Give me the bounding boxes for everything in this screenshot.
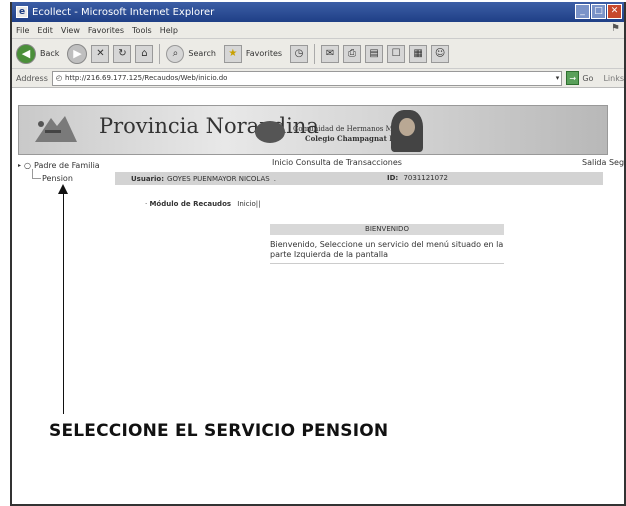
refresh-icon[interactable]: ↻ [113, 44, 132, 63]
menu-file[interactable]: File [16, 26, 29, 35]
pointer-arrow-line [63, 192, 64, 414]
tree-connector [32, 169, 41, 179]
sidebar-child-label[interactable]: Pension [42, 174, 73, 183]
ie-icon: e [16, 6, 28, 18]
module-label: Módulo de Recaudos [149, 200, 232, 208]
forward-arrow-icon[interactable]: ▶ [67, 43, 88, 64]
module-breadcrumb: · Módulo de Recaudos Inicio|| [145, 200, 261, 208]
welcome-heading: BIENVENIDO [270, 224, 504, 235]
back-label[interactable]: Back [40, 49, 59, 58]
welcome-message: Bienvenido, Seleccione un servicio del m… [270, 240, 504, 259]
folder-circle-icon: ○ [24, 161, 31, 170]
research-icon[interactable]: ▦ [409, 44, 428, 63]
print-icon[interactable]: ⎙ [343, 44, 362, 63]
id-value: 7031121072 [403, 174, 448, 182]
menu-help[interactable]: Help [160, 26, 178, 35]
back-arrow-icon[interactable]: ◀ [16, 43, 36, 64]
title-bar: e Ecollect - Microsoft Internet Explorer… [12, 2, 624, 22]
marist-logo-icon [255, 121, 285, 143]
favorites-label[interactable]: Favorites [246, 49, 282, 58]
menu-bar: File Edit View Favorites Tools Help ⚑ [12, 22, 624, 38]
sidebar-root-label[interactable]: Padre de Familia [34, 161, 100, 170]
minimize-button[interactable]: _ [575, 4, 590, 19]
discuss-icon[interactable]: ☐ [387, 44, 406, 63]
address-bar: Address ◴ http://216.69.177.125/Recaudos… [12, 68, 624, 88]
user-separator: . [273, 174, 276, 183]
page-icon: ◴ [55, 74, 62, 82]
windows-logo-icon: ⚑ [611, 23, 620, 34]
maximize-button[interactable]: □ [591, 4, 606, 19]
search-label[interactable]: Search [188, 49, 215, 58]
logout-label[interactable]: Salida Segura [582, 158, 624, 167]
module-crumb[interactable]: Inicio|| [237, 200, 260, 208]
history-icon[interactable]: ◷ [290, 44, 309, 63]
founder-portrait [391, 110, 423, 152]
user-name: GOYES PUENMAYOR NICOLAS [167, 174, 270, 183]
window-controls: _ □ ✕ [575, 4, 622, 19]
user-label: Usuario: [131, 174, 165, 183]
id-label: ID: [387, 174, 399, 182]
top-nav: Inicio Consulta de Transacciones [272, 158, 402, 167]
window-title: Ecollect - Microsoft Internet Explorer [32, 6, 215, 18]
go-button[interactable]: Go [582, 74, 593, 83]
messenger-icon[interactable]: ☺ [431, 44, 450, 63]
favorites-star-icon[interactable]: ★ [223, 44, 242, 63]
close-button[interactable]: ✕ [607, 4, 622, 19]
sidebar-item-padre-de-familia[interactable]: ▸ ○ Padre de Familia [18, 161, 100, 170]
emblem-icon [35, 116, 77, 142]
banner-title: Provincia Norandina [99, 114, 319, 138]
browser-window: e Ecollect - Microsoft Internet Explorer… [10, 2, 626, 506]
mail-icon[interactable]: ✉ [321, 44, 340, 63]
search-icon[interactable]: ⌕ [166, 44, 185, 63]
logout-link[interactable]: Salida Segura [582, 158, 624, 167]
user-id: ID: 7031121072 [387, 174, 448, 182]
instruction-caption: SELECCIONE EL SERVICIO PENSION [49, 421, 389, 441]
site-banner: Provincia Norandina Comunidad de Hermano… [18, 105, 608, 155]
stop-icon[interactable]: ✕ [91, 44, 110, 63]
sidebar-item-pension[interactable]: Pension [42, 174, 73, 183]
top-nav-links[interactable]: Inicio Consulta de Transacciones [272, 158, 402, 167]
links-button[interactable]: Links [603, 74, 624, 83]
toolbar: ◀ Back ▶ ✕ ↻ ⌂ ⌕ Search ★ Favorites ◷ ✉ … [12, 38, 624, 68]
menu-tools[interactable]: Tools [132, 26, 152, 35]
go-arrow-icon[interactable]: → [566, 71, 580, 85]
menu-view[interactable]: View [61, 26, 80, 35]
address-label: Address [16, 73, 48, 83]
expand-arrow-icon[interactable]: ▸ [18, 162, 21, 169]
toolbar-separator [159, 43, 161, 64]
home-icon[interactable]: ⌂ [135, 44, 154, 63]
menu-favorites[interactable]: Favorites [88, 26, 124, 35]
menu-edit[interactable]: Edit [37, 26, 53, 35]
address-input[interactable]: ◴ http://216.69.177.125/Recaudos/Web/ini… [51, 70, 563, 86]
welcome-divider [270, 263, 504, 264]
address-dropdown-icon[interactable]: ▾ [556, 74, 560, 82]
user-info-bar: Usuario: GOYES PUENMAYOR NICOLAS . ID: 7… [115, 172, 603, 185]
toolbar-separator [314, 43, 316, 64]
edit-icon[interactable]: ▤ [365, 44, 384, 63]
address-url[interactable]: http://216.69.177.125/Recaudos/Web/inici… [65, 74, 227, 82]
